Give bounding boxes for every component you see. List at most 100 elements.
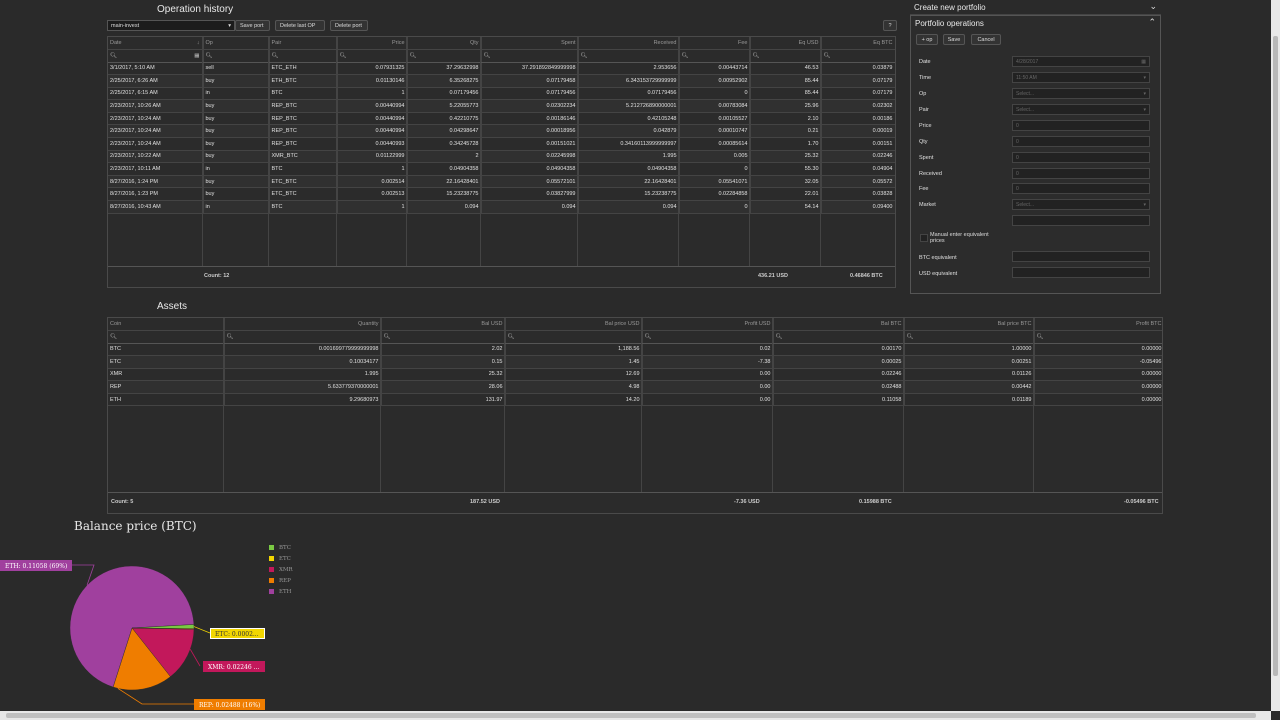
column-header-profit-btc[interactable]: Profit BTC [1034,318,1162,331]
operation-history-title: Operation history [157,4,234,15]
column-header-eq-usd[interactable]: Eq USD [750,37,822,50]
column-header-spent[interactable]: Spent [481,37,579,50]
table-row[interactable]: 8/27/2016, 1:23 PM buy ETC_BTC 0.002513 15.2… [108,187,895,202]
vertical-scrollbar[interactable] [1271,0,1280,711]
market-label: Market [919,202,936,208]
table-row[interactable]: ETC 0.10034177 0.15 1.45 -7.38 0.00025 0.00251… [108,355,1162,369]
cell-eq-usd: 0.21 [750,124,822,139]
table-row[interactable]: 2/23/2017, 10:24 AM buy REP_BTC 0.00440993 0… [108,137,895,151]
column-filter-fee[interactable]: 🔍︎ [679,49,751,63]
chevron-down-icon: ⌄ [1149,1,1157,11]
legend-item-rep[interactable]: REP [269,578,291,584]
calendar-icon[interactable]: ▦ [194,53,199,59]
table-row[interactable]: 2/25/2017, 6:15 AM in BTC 1 0.07179456 0.0717… [108,87,895,101]
assets-bal-btc-total: 0.15988 BTC [859,499,892,505]
date-field[interactable]: 4/28/2017 ▦ [1012,56,1150,67]
column-filter-pair[interactable]: 🔍︎ [269,49,338,63]
column-header-bal-price-btc[interactable]: Bal price BTC [904,318,1035,331]
add-op-button[interactable]: + op [916,34,938,45]
market-extra-input[interactable] [1012,215,1150,226]
save-port-button[interactable]: Save port [235,20,270,31]
column-header-eq-btc[interactable]: Eq BTC [821,37,895,50]
create-new-portfolio-header[interactable]: Create new portfolio ⌄ [910,0,1161,15]
column-header-coin[interactable]: Coin [108,318,225,331]
table-row[interactable]: BTC 0.001699779999999998 2.02 1,188.56 0.02 0… [108,343,1162,357]
portfolio-select[interactable]: main-invest ▾ [107,20,235,31]
vertical-scrollbar-thumb[interactable] [1273,36,1278,676]
column-header-bal-usd[interactable]: Bal USD [381,318,506,331]
column-filter-op[interactable]: 🔍︎ [203,49,270,63]
spent-input[interactable]: 0 [1012,152,1150,163]
column-filter-received[interactable]: 🔍︎ [578,49,680,63]
legend-item-btc[interactable]: BTC [269,545,291,551]
table-row[interactable]: 2/25/2017, 6:26 AM buy ETH_BTC 0.01130146 6.… [108,74,895,88]
delete-port-button[interactable]: Delete port [330,20,368,31]
horizontal-scrollbar[interactable] [0,711,1271,720]
table-row[interactable]: 8/27/2016, 1:24 PM buy ETC_BTC 0.002514 22.1… [108,175,895,189]
column-filter-eq-btc[interactable]: 🔍︎ [821,49,895,63]
help-button[interactable]: ? [883,20,897,31]
table-row[interactable]: 2/23/2017, 10:11 AM in BTC 1 0.04904358 0.049… [108,162,895,176]
column-filter-coin[interactable]: 🔍︎ [108,330,225,344]
market-select[interactable]: Select... ▾ [1012,199,1150,210]
search-icon: 🔍︎ [823,52,831,59]
column-header-bal-btc[interactable]: Bal BTC [773,318,905,331]
column-header-qty[interactable]: Qty [407,37,482,50]
price-input[interactable]: 0 [1012,120,1150,131]
column-filter-bal-btc[interactable]: 🔍︎ [773,330,905,344]
column-header-received[interactable]: Received [578,37,680,50]
table-row[interactable]: 2/23/2017, 10:26 AM buy REP_BTC 0.00440994 5… [108,99,895,113]
table-row[interactable]: 2/23/2017, 10:24 AM buy REP_BTC 0.00440994 0… [108,112,895,126]
time-label: Time [919,75,932,81]
op-select[interactable]: Select... ▾ [1012,88,1150,99]
column-header-fee[interactable]: Fee [679,37,751,50]
legend-item-eth[interactable]: ETH [269,589,291,595]
table-row[interactable]: ETH 9.29680973 131.97 14.20 0.00 0.11058 0.011… [108,393,1162,407]
column-filter-qty[interactable]: 🔍︎ [407,49,482,63]
table-row[interactable]: 3/1/2017, 5:10 AM sell ETC_ETH 0.07931325 37… [108,62,895,76]
column-header-quantity[interactable]: Quantity [224,318,382,331]
btc-equivalent-input[interactable] [1012,251,1150,262]
cell-fee: 0.00085614 [679,137,751,151]
table-row[interactable]: 2/23/2017, 10:24 AM buy REP_BTC 0.00440994 0… [108,124,895,139]
column-header-pair[interactable]: Pair [269,37,338,50]
column-filter-bal-usd[interactable]: 🔍︎ [381,330,506,344]
table-row[interactable]: XMR 1.995 25.32 12.69 0.00 0.02246 0.01126 0.00… [108,368,1162,382]
column-header-date[interactable]: Date ↓ [108,37,204,50]
legend-item-etc[interactable]: ETC [269,556,291,562]
column-filter-bal-price-usd[interactable]: 🔍︎ [505,330,643,344]
table-row[interactable]: REP 5.633779370000001 28.06 4.98 0.00 0.02488… [108,380,1162,394]
cell-eq-usd: 22.01 [750,187,822,202]
fee-input[interactable]: 0 [1012,183,1150,194]
column-filter-spent[interactable]: 🔍︎ [481,49,579,63]
portfolio-operations-panel: Portfolio operations ⌃ + op Save Cancel … [910,15,1161,294]
column-header-op[interactable]: Op [203,37,270,50]
time-select[interactable]: 11:50 AM ▾ [1012,72,1150,83]
cancel-button[interactable]: Cancel [971,34,1001,45]
cell-price: 0.01122999 [337,150,408,164]
legend-item-xmr[interactable]: XMR [269,567,293,573]
received-input[interactable]: 0 [1012,168,1150,179]
table-row[interactable]: 8/27/2016, 10:43 AM in BTC 1 0.094 0.094 0.094… [108,200,895,214]
column-header-profit-usd[interactable]: Profit USD [642,318,774,331]
column-header-bal-price-usd[interactable]: Bal price USD [505,318,643,331]
column-filter-eq-usd[interactable]: 🔍︎ [750,49,822,63]
column-filter-bal-price-btc[interactable]: 🔍︎ [904,330,1035,344]
usd-equivalent-input[interactable] [1012,267,1150,278]
table-row[interactable]: 2/23/2017, 10:22 AM buy XMR_BTC 0.01122999 2… [108,150,895,164]
delete-last-op-button[interactable]: Delete last OP [275,20,325,31]
save-button[interactable]: Save [943,34,965,45]
column-filter-profit-btc[interactable]: 🔍︎ [1034,330,1162,344]
column-filter-quantity[interactable]: 🔍︎ [224,330,382,344]
qty-input[interactable]: 0 [1012,136,1150,147]
column-filter-date[interactable]: 🔍︎ ▦ [108,49,204,63]
column-header-price[interactable]: Price [337,37,408,50]
column-filter-profit-usd[interactable]: 🔍︎ [642,330,774,344]
cell-spent: 0.02245998 [481,150,579,164]
chevron-up-icon[interactable]: ⌃ [1148,17,1156,28]
column-filter-price[interactable]: 🔍︎ [337,49,408,63]
manual-prices-checkbox[interactable] [920,234,928,242]
horizontal-scrollbar-thumb[interactable] [6,713,1256,718]
cell-coin: ETH [108,393,225,407]
pair-select[interactable]: Select... ▾ [1012,104,1150,115]
